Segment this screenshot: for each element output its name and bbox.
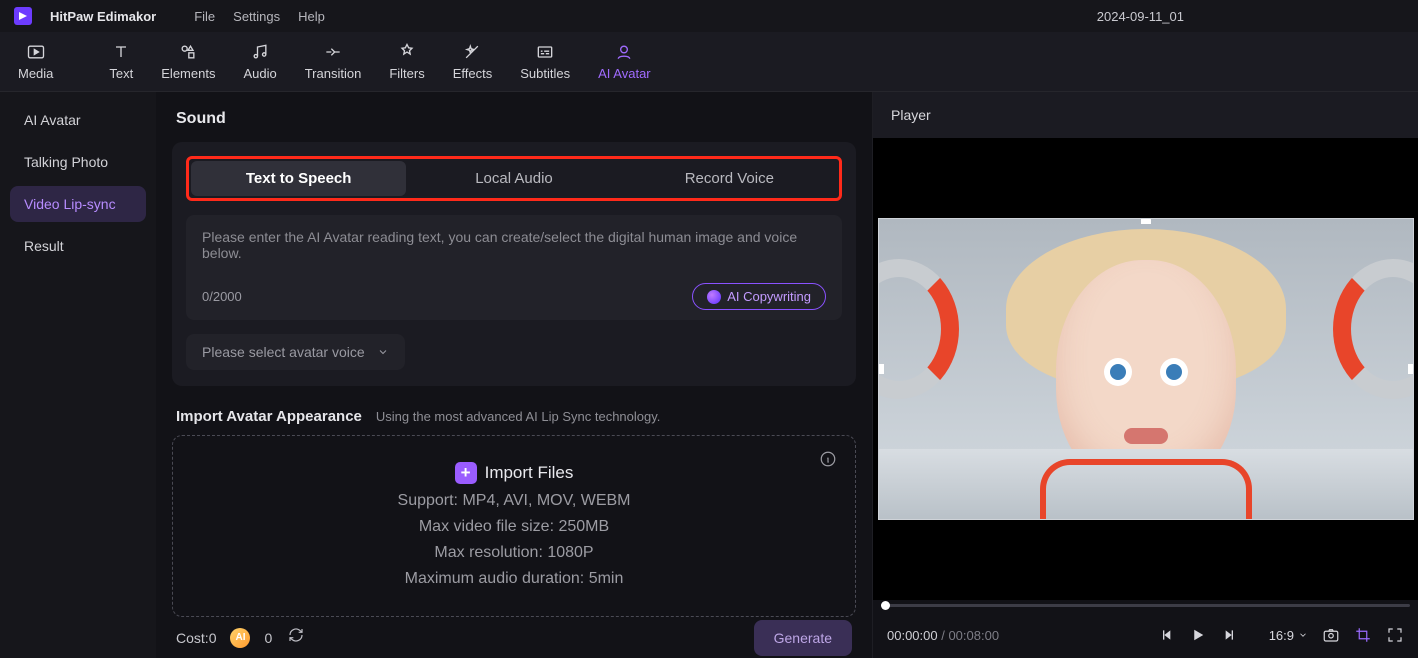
ai-copywriting-label: AI Copywriting: [727, 289, 811, 304]
sidebar-item-talking-photo[interactable]: Talking Photo: [10, 144, 146, 180]
main-panel: Sound Text to Speech Local Audio Record …: [156, 92, 872, 658]
avatar-suit: [879, 449, 1413, 519]
sound-card: Text to Speech Local Audio Record Voice …: [172, 142, 856, 386]
snapshot-button[interactable]: [1322, 626, 1340, 644]
import-subtitle: Using the most advanced AI Lip Sync tech…: [376, 409, 660, 424]
time-display: 00:00:00 / 00:08:00: [887, 628, 999, 643]
tab-local-audio[interactable]: Local Audio: [406, 161, 621, 196]
chevron-down-icon: [1298, 630, 1308, 640]
ribbon-transition[interactable]: Transition: [305, 42, 362, 81]
timeline-playhead[interactable]: [881, 601, 890, 610]
sidebar-item-result[interactable]: Result: [10, 228, 146, 264]
player-timeline[interactable]: [873, 600, 1418, 612]
aspect-ratio-label: 16:9: [1269, 628, 1294, 643]
menu-settings[interactable]: Settings: [233, 9, 280, 24]
ai-copywriting-button[interactable]: AI Copywriting: [692, 283, 826, 310]
tts-placeholder: Please enter the AI Avatar reading text,…: [202, 229, 826, 277]
crop-button[interactable]: [1354, 626, 1372, 644]
title-bar: HitPaw Edimakor File Settings Help 2024-…: [0, 0, 1418, 32]
import-files-button[interactable]: + Import Files: [455, 462, 574, 484]
ribbon-text-label: Text: [109, 66, 133, 81]
avatar-voice-select[interactable]: Please select avatar voice: [186, 334, 405, 370]
sound-tabs: Text to Speech Local Audio Record Voice: [186, 156, 842, 201]
app-name: HitPaw Edimakor: [50, 9, 156, 24]
ribbon-ai-avatar[interactable]: AI Avatar: [598, 42, 651, 81]
generate-button[interactable]: Generate: [754, 620, 852, 656]
footer-bar: Cost:0 AI 0 Generate: [172, 617, 856, 658]
ribbon-filters-label: Filters: [389, 66, 424, 81]
import-title: Import Avatar Appearance: [176, 408, 362, 425]
play-button[interactable]: [1189, 626, 1207, 644]
info-icon[interactable]: [819, 450, 837, 473]
import-res-text: Max resolution: 1080P: [434, 544, 593, 562]
next-frame-button[interactable]: [1221, 627, 1237, 643]
ribbon-toolbar: Media Text Elements Audio Transition Fil…: [0, 32, 1418, 92]
player-title: Player: [873, 92, 1418, 138]
coin-icon: AI: [230, 628, 250, 648]
app-logo-icon: [14, 7, 32, 25]
ribbon-elements[interactable]: Elements: [161, 42, 215, 81]
fullscreen-button[interactable]: [1386, 626, 1404, 644]
char-count-max: /2000: [209, 289, 242, 304]
avatar-headset-r: [1333, 259, 1414, 399]
ribbon-audio-label: Audio: [243, 66, 276, 81]
sidebar: AI Avatar Talking Photo Video Lip-sync R…: [0, 92, 156, 658]
ribbon-media[interactable]: Media: [18, 42, 53, 81]
avatar-preview[interactable]: [878, 218, 1414, 520]
chevron-down-icon: [377, 346, 389, 358]
ribbon-subtitles[interactable]: Subtitles: [520, 42, 570, 81]
ribbon-subtitles-label: Subtitles: [520, 66, 570, 81]
ribbon-audio[interactable]: Audio: [243, 42, 276, 81]
ribbon-ai-avatar-label: AI Avatar: [598, 66, 651, 81]
ribbon-elements-label: Elements: [161, 66, 215, 81]
player-controls: 00:00:00 / 00:08:00 16:9: [873, 612, 1418, 658]
ribbon-effects[interactable]: Effects: [453, 42, 493, 81]
prev-frame-button[interactable]: [1159, 627, 1175, 643]
resize-handle-n[interactable]: [1141, 218, 1151, 224]
import-files-label: Import Files: [485, 463, 574, 483]
menu-help[interactable]: Help: [298, 9, 325, 24]
tab-text-to-speech[interactable]: Text to Speech: [191, 161, 406, 196]
avatar-voice-select-label: Please select avatar voice: [202, 344, 365, 360]
menu-file[interactable]: File: [194, 9, 215, 24]
tts-textarea[interactable]: Please enter the AI Avatar reading text,…: [186, 215, 842, 320]
ribbon-transition-label: Transition: [305, 66, 362, 81]
sound-section-title: Sound: [176, 110, 852, 128]
import-support-text: Support: MP4, AVI, MOV, WEBM: [398, 492, 631, 510]
ribbon-filters[interactable]: Filters: [389, 42, 424, 81]
sidebar-item-ai-avatar[interactable]: AI Avatar: [10, 102, 146, 138]
player-stage[interactable]: [873, 138, 1418, 600]
sidebar-item-video-lipsync[interactable]: Video Lip-sync: [10, 186, 146, 222]
credits-value: 0: [264, 630, 272, 646]
cost-label-text: Cost:: [176, 630, 209, 646]
ribbon-text[interactable]: Text: [109, 42, 133, 81]
import-size-text: Max video file size: 250MB: [419, 518, 609, 536]
tab-record-voice[interactable]: Record Voice: [622, 161, 837, 196]
plus-icon: +: [455, 462, 477, 484]
ribbon-effects-label: Effects: [453, 66, 493, 81]
time-current: 00:00:00: [887, 628, 938, 643]
cost-value: 0: [209, 630, 217, 646]
aspect-ratio-select[interactable]: 16:9: [1269, 628, 1308, 643]
import-dropzone[interactable]: + Import Files Support: MP4, AVI, MOV, W…: [172, 435, 856, 617]
project-name: 2024-09-11_01: [1097, 9, 1184, 24]
import-dur-text: Maximum audio duration: 5min: [405, 570, 624, 588]
player-panel: Player: [872, 92, 1418, 658]
ribbon-media-label: Media: [18, 66, 53, 81]
refresh-button[interactable]: [288, 627, 304, 648]
sparkle-orb-icon: [707, 290, 721, 304]
char-counter: 0/2000: [202, 289, 242, 304]
avatar-headset-l: [878, 259, 959, 399]
time-total: 00:08:00: [948, 628, 999, 643]
cost-label: Cost:0: [176, 630, 216, 646]
